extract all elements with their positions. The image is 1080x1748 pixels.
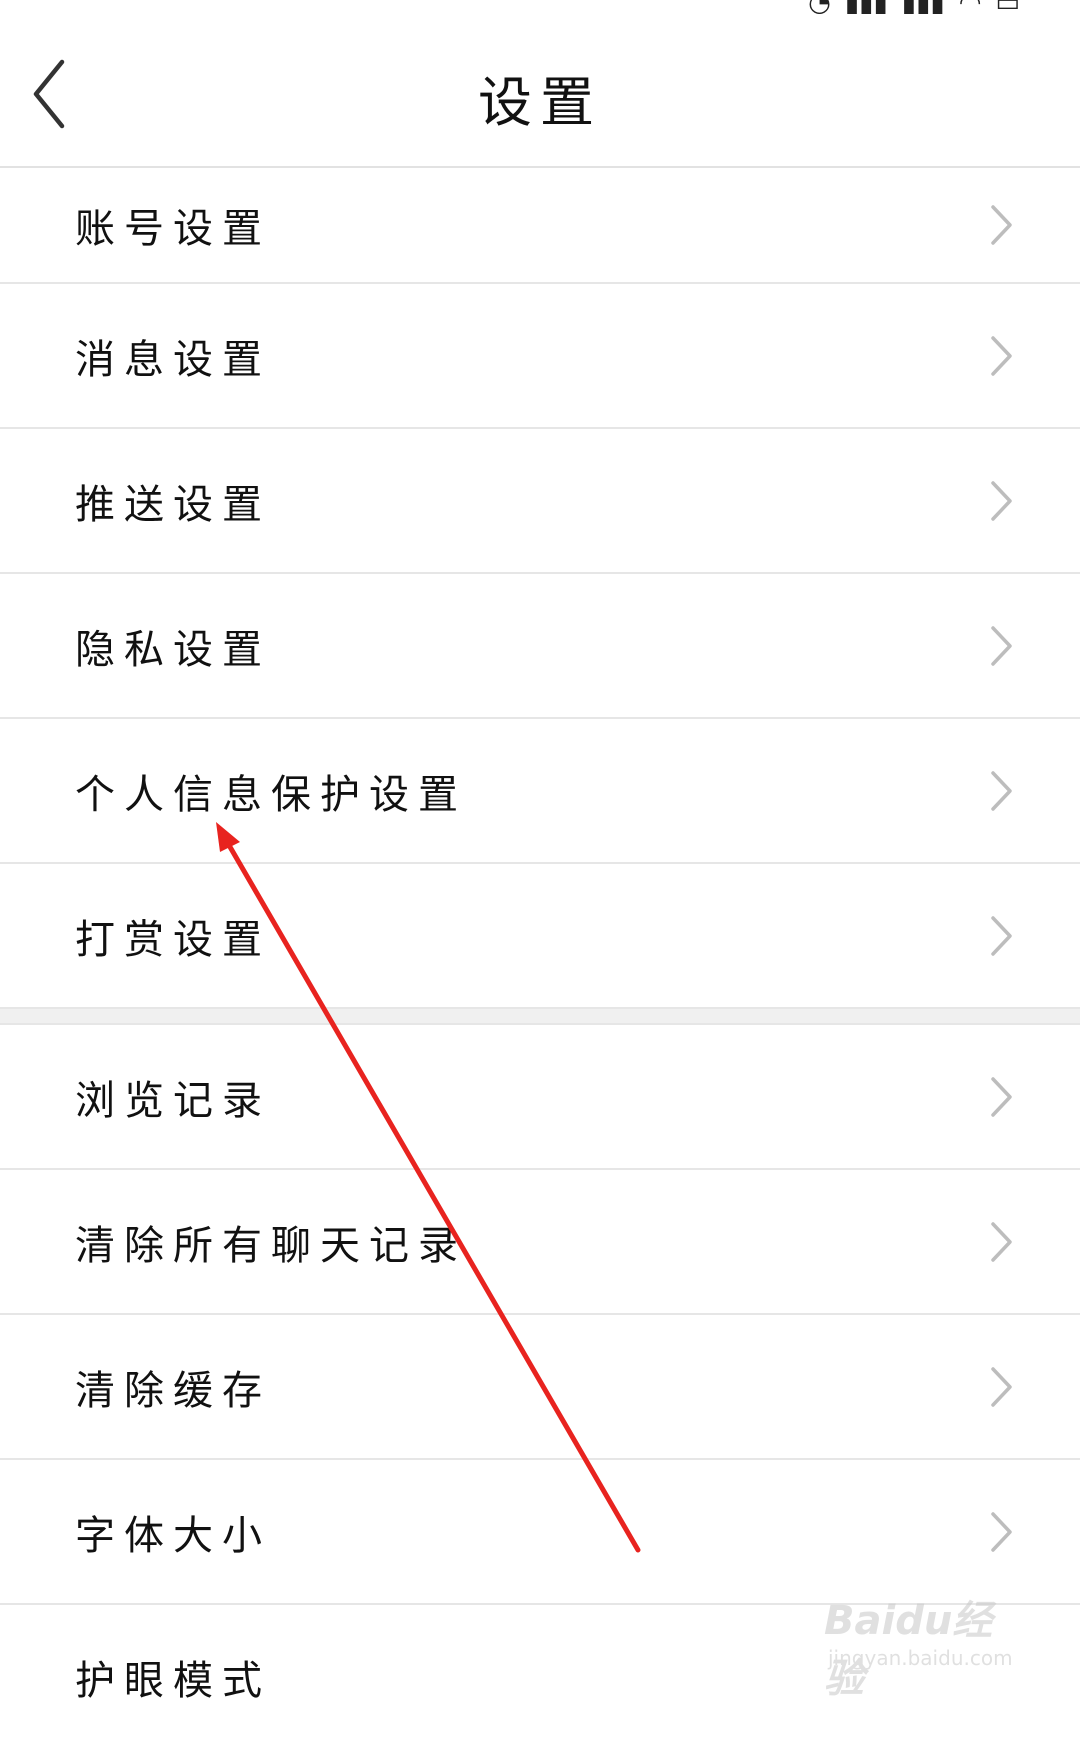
status-bar: ◔ ▮▮▮ ▮▮▮ ◠ ▭ [0, 0, 1080, 14]
watermark: Baidu经验 jingyan.baidu.com [824, 1588, 1024, 1702]
chevron-right-icon [991, 1366, 1012, 1407]
settings-item-label: 清除缓存 [75, 1367, 271, 1414]
settings-item-push[interactable]: 推送设置 [0, 429, 1080, 574]
settings-item-label: 个人信息保护设置 [75, 771, 467, 818]
settings-item-font-size[interactable]: 字体大小 [0, 1460, 1080, 1605]
settings-item-label: 消息设置 [75, 336, 271, 383]
chevron-right-icon [991, 335, 1012, 376]
settings-item-reward[interactable]: 打赏设置 [0, 864, 1080, 1009]
settings-item-account[interactable]: 账号设置 [0, 168, 1080, 284]
settings-item-browse-history[interactable]: 浏览记录 [0, 1025, 1080, 1170]
settings-item-personal-info-protection[interactable]: 个人信息保护设置 [0, 719, 1080, 864]
settings-item-label: 隐私设置 [75, 626, 271, 673]
chevron-right-icon [991, 205, 1012, 245]
battery-icon: ▭ [995, 0, 1020, 14]
settings-item-label: 打赏设置 [75, 916, 271, 963]
status-icons: ◔ ▮▮▮ ▮▮▮ ◠ ▭ [808, 0, 1020, 14]
settings-item-privacy[interactable]: 隐私设置 [0, 574, 1080, 719]
alarm-icon: ◔ [808, 0, 831, 14]
chevron-right-icon [991, 625, 1012, 666]
settings-item-label: 推送设置 [75, 481, 271, 528]
chevron-right-icon [991, 480, 1012, 521]
settings-item-label: 账号设置 [75, 206, 271, 252]
settings-item-label: 护眼模式 [75, 1657, 271, 1704]
watermark-url: jingyan.baidu.com [828, 1646, 1013, 1670]
chevron-right-icon [991, 915, 1012, 956]
settings-item-clear-cache[interactable]: 清除缓存 [0, 1315, 1080, 1460]
settings-item-message[interactable]: 消息设置 [0, 284, 1080, 429]
signal-icon: ▮▮▮ [902, 0, 945, 14]
settings-item-label: 字体大小 [75, 1512, 271, 1559]
wifi-icon: ◠ [959, 0, 982, 14]
signal-icon: ▮▮▮ [845, 0, 888, 14]
header: 设置 [0, 14, 1080, 168]
section-divider [0, 1009, 1080, 1025]
settings-item-label: 浏览记录 [75, 1077, 271, 1124]
chevron-right-icon [991, 770, 1012, 811]
page-title: 设置 [478, 71, 602, 134]
settings-item-label: 清除所有聊天记录 [75, 1222, 467, 1269]
settings-list: 账号设置 消息设置 推送设置 隐私设置 个人信息保护设置 打赏设置 浏览记录 清… [0, 168, 1080, 1748]
chevron-right-icon [991, 1076, 1012, 1117]
settings-item-clear-chats[interactable]: 清除所有聊天记录 [0, 1170, 1080, 1315]
chevron-right-icon [991, 1221, 1012, 1262]
chevron-right-icon [991, 1511, 1012, 1552]
